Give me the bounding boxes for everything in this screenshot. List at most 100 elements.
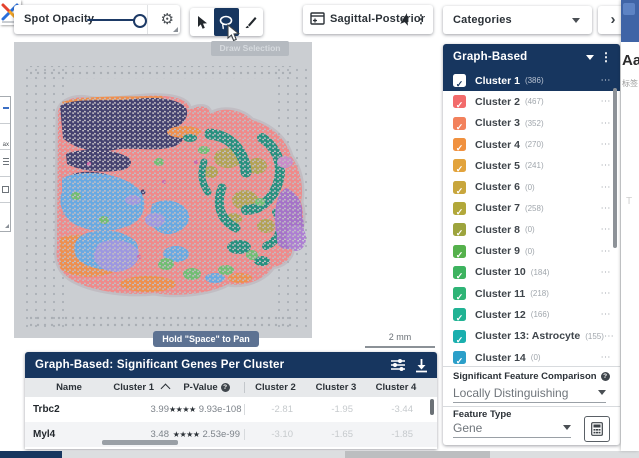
panel-menu-kebab-icon[interactable]: ⋮ [600,50,612,64]
cluster-row[interactable]: Cluster 9 (0) [443,240,620,261]
chevron-down-icon [598,390,606,395]
cluster-row[interactable]: Cluster 2 (467) [443,91,620,112]
download-icon[interactable] [414,357,429,373]
spot-opacity-slider-knob[interactable] [133,14,147,28]
cluster-row[interactable]: Cluster 3 (352) [443,113,620,134]
column-header-cluster2[interactable]: Cluster 2 [244,382,306,393]
cluster-menu-icon[interactable] [604,331,615,342]
spatial-view-canvas[interactable] [14,42,312,338]
cluster-count: (184) [531,268,550,277]
left-toolbar-button[interactable]: ax [0,124,10,151]
pointer-tool-button[interactable] [190,8,214,36]
left-toolbar-button[interactable] [0,203,10,229]
column-header-name[interactable]: Name [25,382,113,393]
left-toolbar-button[interactable] [0,97,10,124]
cluster-row[interactable]: Cluster 6 (0) [443,176,620,197]
cluster-checkbox[interactable] [453,202,466,215]
cluster-checkbox[interactable] [453,181,466,194]
cluster-checkbox[interactable] [453,287,466,300]
cluster-count: (241) [525,161,544,170]
cluster-list-scrollbar[interactable] [613,88,617,248]
spot-opacity-slider[interactable] [87,19,139,21]
gear-icon[interactable] [161,10,174,28]
cluster-menu-icon[interactable] [601,75,612,86]
cluster-checkbox[interactable] [453,245,466,258]
left-toolbar-button[interactable] [0,177,10,204]
cluster-checkbox[interactable] [453,351,466,364]
feature-type-select[interactable]: Gene [453,418,571,438]
cluster-row[interactable]: Cluster 4 (270) [443,134,620,155]
page-horizontal-scrollbar-thumb[interactable] [345,451,490,458]
cluster-row[interactable]: Cluster 13: Astrocyte (155) [443,326,620,347]
cluster-count: (0) [525,183,535,192]
cluster-checkbox[interactable] [453,330,466,343]
filter-sliders-icon[interactable] [390,357,406,373]
cluster-checkbox[interactable] [453,159,466,172]
cluster-menu-icon[interactable] [601,246,612,257]
left-toolbar-clipped[interactable]: ax [0,96,11,232]
column-header-cluster1[interactable]: Cluster 1 [113,382,169,393]
cluster-menu-icon[interactable] [601,224,612,235]
cluster-checkbox[interactable] [453,266,466,279]
cluster-row[interactable]: Cluster 7 (258) [443,198,620,219]
font-size-control-fragment[interactable]: Aa [622,52,639,69]
cluster-count: (155) [585,332,604,341]
cluster-row[interactable]: Cluster 5 (241) [443,155,620,176]
view-name-label: Sagittal-Posterior [330,13,425,25]
table-vertical-scrollbar[interactable] [430,399,434,415]
cluster-checkbox[interactable] [453,138,466,151]
calculator-icon [591,422,603,436]
comparison-select[interactable]: Locally Distinguishing [453,383,606,403]
cluster-menu-icon[interactable] [601,309,612,320]
view-menu-kebab-icon[interactable]: ⋮ [415,12,427,26]
cluster-menu-icon[interactable] [601,182,612,193]
cluster-menu-icon[interactable] [601,288,612,299]
cluster-row[interactable]: Cluster 12 (166) [443,304,620,325]
cluster-row[interactable]: Cluster 1 (386) [443,70,620,91]
help-icon[interactable] [221,383,230,392]
categories-dropdown[interactable]: Categories [443,6,592,34]
mouse-cursor-icon [226,24,240,42]
image-panel-icon[interactable] [310,12,325,25]
cluster-row[interactable]: Cluster 8 (0) [443,219,620,240]
table-row[interactable]: Trbc2 3.99 ★★★★9.93e-108 -2.81 -1.95 -3.… [25,397,437,422]
cluster-checkbox[interactable] [453,223,466,236]
cluster-menu-icon[interactable] [601,96,612,107]
table-row[interactable]: Myl4 3.48 ★★★★2.53e-99 -3.10 -1.65 -1.85 [25,422,437,447]
help-icon[interactable] [601,372,610,381]
cluster-menu-icon[interactable] [601,118,612,129]
calculator-button[interactable] [584,416,610,442]
cluster-label: Cluster 11 [475,288,525,300]
tag-label-fragment: 标签 [622,78,638,89]
cluster-row[interactable]: Cluster 14 (0) [443,347,620,366]
text-fragment: T [626,196,632,207]
table-body: Trbc2 3.99 ★★★★9.93e-108 -2.81 -1.95 -3.… [25,397,437,447]
cluster-row[interactable]: Cluster 11 (218) [443,283,620,304]
table-header-bar[interactable]: Graph-Based: Significant Genes Per Clust… [25,352,437,378]
graph-based-header[interactable]: Graph-Based ⋮ [443,44,620,70]
browser-extension-overlay[interactable]: Aa 标签 T [621,0,639,451]
cluster-menu-icon[interactable] [601,203,612,214]
spot-opacity-label: Spot Opacity [24,13,94,25]
cluster-checkbox[interactable] [453,308,466,321]
cluster-label: Cluster 7 [475,202,520,214]
column-header-cluster4[interactable]: Cluster 4 [366,382,426,393]
cluster3-value-cell: -1.65 [305,429,365,440]
column-header-pvalue[interactable]: P-Value [169,382,244,393]
cluster-checkbox[interactable] [453,117,466,130]
cluster-checkbox[interactable] [453,74,466,87]
table-horizontal-scrollbar[interactable] [102,440,178,445]
cluster3-value-cell: -1.95 [305,404,365,415]
brush-tool-button[interactable] [239,8,263,36]
cluster2-value-cell: -3.10 [244,429,305,440]
cluster-menu-icon[interactable] [601,139,612,150]
cluster-menu-icon[interactable] [601,267,612,278]
cluster-label: Cluster 8 [475,224,520,236]
cluster-row[interactable]: Cluster 10 (184) [443,262,620,283]
cluster-menu-icon[interactable] [601,352,612,363]
left-toolbar-button[interactable] [0,150,10,177]
cluster-checkbox[interactable] [453,95,466,108]
resize-handle-icon[interactable] [173,27,178,32]
cluster-menu-icon[interactable] [601,160,612,171]
column-header-cluster3[interactable]: Cluster 3 [306,382,366,393]
